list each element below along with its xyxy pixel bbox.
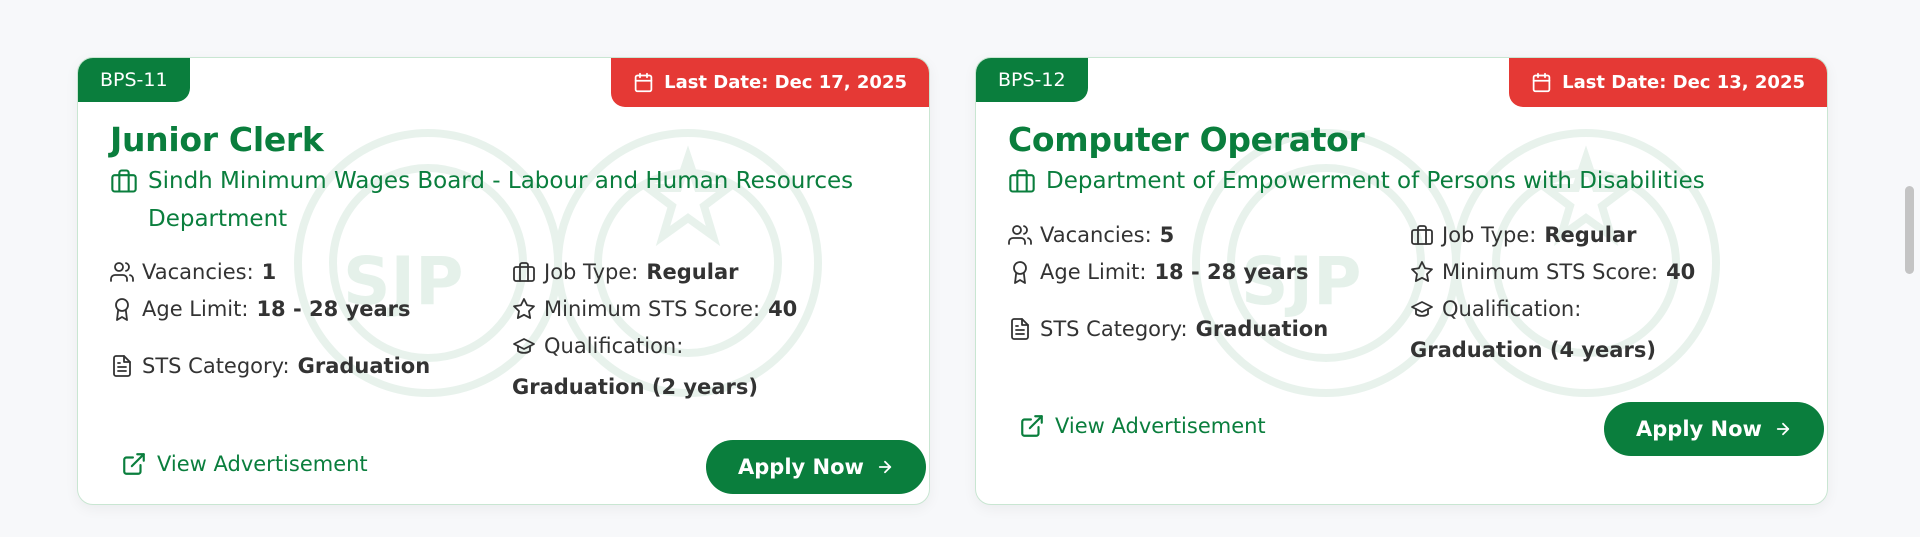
min-sts-label: Minimum STS Score: — [544, 297, 761, 321]
graduation-cap-icon — [1410, 297, 1434, 321]
vacancies-info: Vacancies: 1 — [110, 260, 276, 284]
job-card: SJP BPS-12 Last Date: Dec 13, 2025 Compu… — [975, 57, 1828, 505]
job-type-info: Job Type: Regular — [1410, 223, 1636, 247]
sts-category-info: STS Category: Graduation — [110, 354, 430, 378]
briefcase-icon — [1410, 223, 1434, 247]
external-link-icon — [121, 451, 147, 477]
award-icon — [110, 297, 134, 321]
briefcase-icon — [1008, 167, 1036, 195]
arrow-right-icon — [1774, 420, 1792, 438]
job-type-label: Job Type: — [1442, 223, 1537, 247]
vacancies-label: Vacancies: — [1040, 223, 1152, 247]
deadline-text: Last Date: Dec 13, 2025 — [1562, 72, 1805, 93]
age-label: Age Limit: — [142, 297, 249, 321]
sts-category-info: STS Category: Graduation — [1008, 317, 1328, 341]
job-type-value: Regular — [646, 260, 739, 284]
min-sts-info: Minimum STS Score: 40 — [1410, 260, 1695, 284]
qualification-info: Qualification: — [1410, 297, 1581, 321]
vacancies-value: 1 — [261, 260, 277, 284]
users-icon — [1008, 223, 1032, 247]
calendar-icon — [1531, 72, 1552, 93]
arrow-right-icon — [876, 458, 894, 476]
apply-now-label: Apply Now — [1636, 417, 1762, 441]
deadline-badge: Last Date: Dec 17, 2025 — [611, 58, 929, 107]
age-value: 18 - 28 years — [256, 297, 411, 321]
bps-badge: BPS-12 — [976, 58, 1088, 102]
department: Department of Empowerment of Persons wit… — [1008, 162, 1705, 200]
job-title: Junior Clerk — [110, 120, 324, 159]
job-type-value: Regular — [1544, 223, 1637, 247]
sts-category-label: STS Category: — [1040, 317, 1188, 341]
qualification-value: Graduation (4 years) — [1410, 338, 1656, 362]
award-icon — [1008, 260, 1032, 284]
apply-now-button[interactable]: Apply Now — [1604, 402, 1824, 456]
view-advertisement-link[interactable]: View Advertisement — [121, 451, 368, 477]
min-sts-value: 40 — [768, 297, 798, 321]
briefcase-icon — [512, 260, 536, 284]
vacancies-info: Vacancies: 5 — [1008, 223, 1174, 247]
star-icon — [1410, 260, 1434, 284]
deadline-text: Last Date: Dec 17, 2025 — [664, 72, 907, 93]
min-sts-info: Minimum STS Score: 40 — [512, 297, 797, 321]
apply-now-button[interactable]: Apply Now — [706, 440, 926, 494]
view-advertisement-label: View Advertisement — [157, 452, 368, 476]
deadline-badge: Last Date: Dec 13, 2025 — [1509, 58, 1827, 107]
external-link-icon — [1019, 413, 1045, 439]
qualification-label: Qualification: — [544, 334, 684, 358]
star-icon — [512, 297, 536, 321]
file-text-icon — [1008, 317, 1032, 341]
department: Sindh Minimum Wages Board - Labour and H… — [110, 162, 908, 238]
bps-badge: BPS-11 — [78, 58, 190, 102]
qualification-label: Qualification: — [1442, 297, 1582, 321]
job-title: Computer Operator — [1008, 120, 1365, 159]
min-sts-value: 40 — [1666, 260, 1696, 284]
apply-now-label: Apply Now — [738, 455, 864, 479]
users-icon — [110, 260, 134, 284]
view-advertisement-label: View Advertisement — [1055, 414, 1266, 438]
sts-category-value: Graduation — [1195, 317, 1329, 341]
min-sts-label: Minimum STS Score: — [1442, 260, 1659, 284]
calendar-icon — [633, 72, 654, 93]
job-type-info: Job Type: Regular — [512, 260, 738, 284]
age-value: 18 - 28 years — [1154, 260, 1309, 284]
job-type-label: Job Type: — [544, 260, 639, 284]
view-advertisement-link[interactable]: View Advertisement — [1019, 413, 1266, 439]
vacancies-value: 5 — [1159, 223, 1175, 247]
scrollbar-thumb[interactable] — [1905, 186, 1914, 274]
age-label: Age Limit: — [1040, 260, 1147, 284]
age-info: Age Limit: 18 - 28 years — [110, 297, 411, 321]
sts-category-label: STS Category: — [142, 354, 290, 378]
vacancies-label: Vacancies: — [142, 260, 254, 284]
department-name: Sindh Minimum Wages Board - Labour and H… — [148, 168, 854, 232]
age-info: Age Limit: 18 - 28 years — [1008, 260, 1309, 284]
qualification-info: Qualification: — [512, 334, 683, 358]
graduation-cap-icon — [512, 334, 536, 358]
department-name: Department of Empowerment of Persons wit… — [1046, 168, 1705, 194]
qualification-value: Graduation (2 years) — [512, 375, 758, 399]
job-card: SJP BPS-11 Last Date: Dec 17, 2025 Junio… — [77, 57, 930, 505]
file-text-icon — [110, 354, 134, 378]
briefcase-icon — [110, 167, 138, 195]
sts-category-value: Graduation — [297, 354, 431, 378]
